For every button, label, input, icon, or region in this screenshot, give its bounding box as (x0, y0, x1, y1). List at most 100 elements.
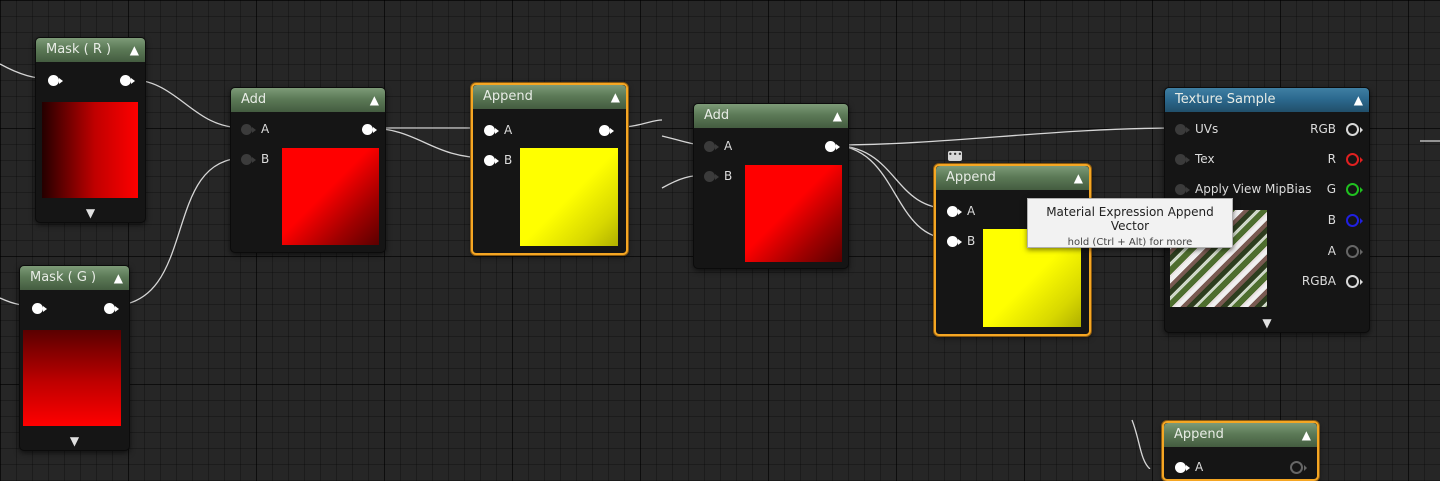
pin-label: A (724, 139, 733, 153)
mask-g-output-pin[interactable] (104, 302, 119, 314)
pin-label: A (1327, 244, 1336, 258)
add-node-2[interactable]: Add ▲ A B (693, 103, 849, 269)
chevron-up-icon[interactable]: ▲ (1354, 88, 1363, 112)
add-2-input-a[interactable]: A (704, 139, 733, 153)
add-2-output[interactable] (825, 140, 840, 152)
pin-label: G (1326, 182, 1336, 196)
chevron-up-icon[interactable]: ▲ (114, 266, 123, 290)
chevron-up-icon[interactable]: ▲ (611, 85, 620, 109)
pin-dot-icon (1175, 153, 1190, 165)
pin-label: RGB (1310, 122, 1336, 136)
tex-input-uvs[interactable]: UVs (1175, 122, 1219, 136)
pin-dot-icon (1175, 183, 1190, 195)
chevron-up-icon[interactable]: ▲ (1302, 423, 1311, 447)
chevron-down-icon[interactable]: ▼ (20, 434, 129, 448)
add-node-1[interactable]: Add ▲ A B (230, 87, 386, 253)
pin-label: B (724, 169, 733, 183)
append-tooltip: Material Expression Append Vector hold (… (1027, 198, 1233, 248)
chevron-up-icon[interactable]: ▲ (1074, 166, 1083, 190)
mask-r-output-pin[interactable] (120, 74, 135, 86)
append-2-input-b[interactable]: B (947, 234, 976, 248)
append-node-3[interactable]: Append ▲ A (1162, 421, 1319, 481)
pin-dot-icon (1175, 461, 1190, 473)
node-title: Add (241, 92, 267, 107)
pin-dot-icon (947, 235, 962, 247)
tooltip-hint: hold (Ctrl + Alt) for more (1067, 237, 1193, 248)
tex-output-rgba[interactable]: RGBA (1302, 274, 1363, 288)
tex-input-mipbias[interactable]: Apply View MipBias (1175, 182, 1312, 196)
chevron-down-icon[interactable]: ▼ (1165, 316, 1369, 330)
mask-g-header[interactable]: Mask ( G ) ▲ (20, 266, 129, 290)
append-node-1[interactable]: Append ▲ A B (471, 83, 628, 255)
node-title: Texture Sample (1175, 92, 1276, 107)
pin-ring-icon (1346, 182, 1363, 196)
pin-ring-icon (1346, 152, 1363, 166)
pin-label: B (261, 152, 270, 166)
tex-output-r[interactable]: R (1327, 152, 1363, 166)
add-node-1-header[interactable]: Add ▲ (231, 88, 385, 112)
pin-dot-icon (825, 140, 840, 152)
mask-r-node[interactable]: Mask ( R ) ▲ ▼ (35, 37, 146, 223)
pin-ring-icon (1346, 274, 1363, 288)
mask-g-preview (23, 330, 121, 426)
mask-r-input-pin[interactable] (48, 74, 63, 86)
add-1-output[interactable] (362, 123, 377, 135)
chevron-up-icon[interactable]: ▲ (130, 38, 139, 62)
pin-label: A (261, 122, 270, 136)
pin-dot-icon (241, 153, 256, 165)
node-title: Add (704, 108, 730, 123)
chevron-up-icon[interactable]: ▲ (833, 104, 842, 128)
append-1-input-b[interactable]: B (484, 153, 512, 167)
append-2-input-a[interactable]: A (947, 204, 975, 218)
mask-r-preview (42, 102, 138, 198)
mask-r-header[interactable]: Mask ( R ) ▲ (36, 38, 145, 62)
append-node-2-header[interactable]: Append ▲ (936, 166, 1089, 190)
pin-label: Tex (1195, 152, 1215, 166)
tooltip-title: Material Expression Append Vector (1046, 205, 1214, 233)
pin-ring-icon (1346, 244, 1363, 258)
wire-add2-to-tex-uvs (829, 127, 1181, 146)
mask-g-node[interactable]: Mask ( G ) ▲ ▼ (19, 265, 130, 451)
append-1-output[interactable] (599, 124, 614, 136)
pin-dot-icon (32, 302, 47, 314)
pin-dot-icon (48, 74, 63, 86)
pin-label: B (967, 234, 976, 248)
pin-dot-icon (599, 124, 614, 136)
pin-label: R (1327, 152, 1336, 166)
tex-output-g[interactable]: G (1326, 182, 1363, 196)
add-node-2-header[interactable]: Add ▲ (694, 104, 848, 128)
chevron-up-icon[interactable]: ▲ (370, 88, 379, 112)
add-1-input-a[interactable]: A (241, 122, 270, 136)
append-node-1-header[interactable]: Append ▲ (473, 85, 626, 109)
pin-dot-icon (947, 205, 962, 217)
pin-ring-icon (1290, 460, 1307, 474)
pin-label: A (1195, 460, 1204, 474)
pin-label: Apply View MipBias (1195, 182, 1312, 196)
add-1-preview (282, 148, 379, 245)
append-3-input-a[interactable]: A (1175, 460, 1204, 474)
node-title: Mask ( G ) (30, 270, 97, 285)
pin-dot-icon (362, 123, 377, 135)
append-node-2[interactable]: Append ▲ A B (934, 164, 1091, 336)
pin-dot-icon (704, 140, 719, 152)
append-1-input-a[interactable]: A (484, 123, 513, 137)
append-node-3-header[interactable]: Append ▲ (1164, 423, 1317, 447)
wire-offscreen-to-append3 (1131, 419, 1151, 469)
add-2-input-b[interactable]: B (704, 169, 733, 183)
tex-output-rgb[interactable]: RGB (1310, 122, 1363, 136)
tex-output-a[interactable]: A (1327, 244, 1363, 258)
pin-label: UVs (1195, 122, 1219, 136)
tex-output-b[interactable]: B (1327, 213, 1363, 227)
mask-g-input-pin[interactable] (32, 302, 47, 314)
pin-label: A (504, 123, 513, 137)
texture-sample-header[interactable]: Texture Sample ▲ (1165, 88, 1369, 112)
pin-ring-icon (1346, 213, 1363, 227)
comment-bubble-icon[interactable]: ••• (948, 151, 962, 161)
append-3-output[interactable] (1290, 460, 1307, 474)
pin-dot-icon (1175, 123, 1190, 135)
pin-dot-icon (241, 123, 256, 135)
pin-label: B (1327, 213, 1336, 227)
add-1-input-b[interactable]: B (241, 152, 270, 166)
tex-input-tex[interactable]: Tex (1175, 152, 1215, 166)
chevron-down-icon[interactable]: ▼ (36, 206, 145, 220)
